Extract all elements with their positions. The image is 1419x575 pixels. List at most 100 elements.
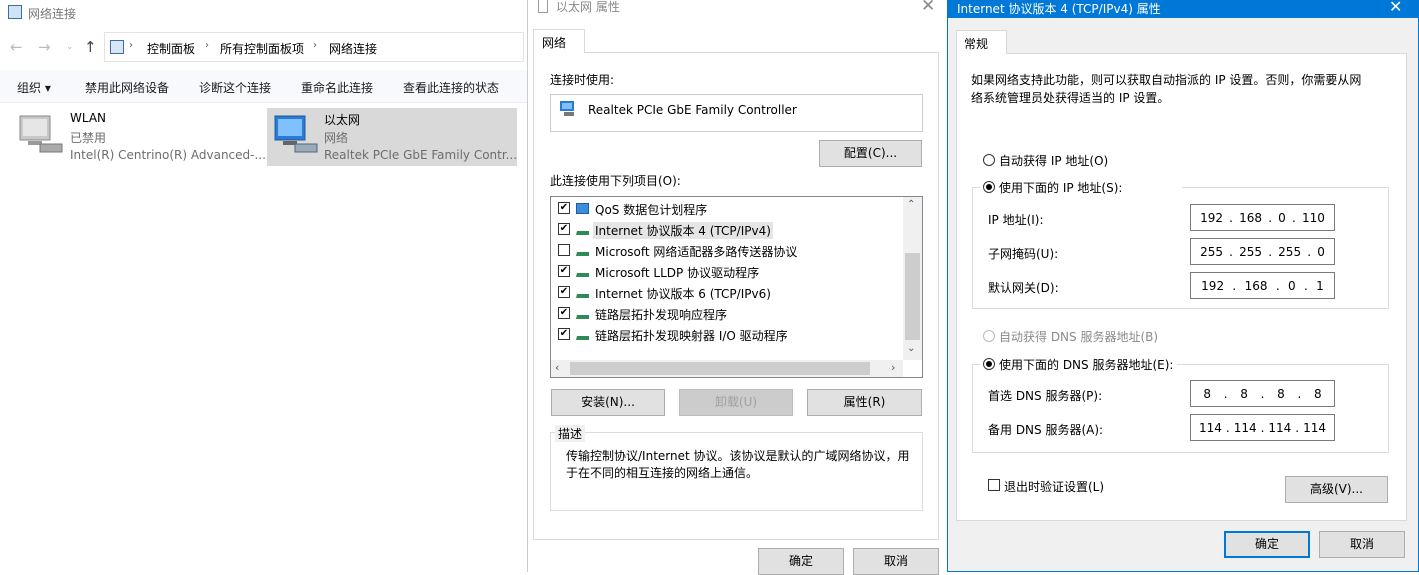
item-checkbox[interactable]: ✔ — [558, 328, 570, 340]
octet: 255 — [1278, 244, 1302, 259]
adapter-status: 网络 — [324, 131, 349, 145]
validate-checkbox[interactable] — [988, 479, 1000, 491]
description-legend: 描述 — [555, 425, 586, 442]
item-label: Internet 协议版本 6 (TCP/IPv6) — [595, 287, 771, 301]
octet: 110 — [1301, 210, 1325, 225]
breadcrumb-separator-icon: › — [313, 40, 317, 51]
list-item[interactable]: Microsoft 网络适配器多路传送器协议 — [556, 240, 901, 261]
disable-device-button[interactable]: 禁用此网络设备 — [85, 79, 169, 96]
organize-menu[interactable]: 组织 ▾ — [17, 79, 51, 96]
scroll-thumb-h[interactable] — [570, 362, 870, 375]
item-checkbox[interactable]: ✔ — [558, 286, 570, 298]
gateway-input[interactable]: 192. 168. 0. 1 — [1190, 272, 1335, 299]
adapter-name: Realtek PCIe GbE Family Controller — [588, 103, 797, 117]
adapter-device: Intel(R) Centrino(R) Advanced-... — [70, 148, 266, 162]
scroll-left-icon[interactable]: ‹ — [555, 361, 559, 374]
scroll-right-icon[interactable]: › — [891, 361, 895, 374]
breadcrumb-separator-icon: › — [205, 40, 209, 51]
alternate-dns-input[interactable]: 114. 114. 114. 114 — [1190, 414, 1335, 441]
view-status-button[interactable]: 查看此连接的状态 — [403, 79, 499, 96]
install-button[interactable]: 安装(N)... — [551, 389, 665, 416]
protocol-icon — [576, 245, 589, 256]
ip-address-input[interactable]: 192. 168. 0. 110 — [1190, 204, 1335, 231]
address-bar[interactable]: › 控制面板 › 所有控制面板项 › 网络连接 — [104, 32, 524, 62]
list-item[interactable]: ✔ Microsoft LLDP 协议驱动程序 — [556, 261, 901, 282]
network-connections-window: 网络连接 ← → ⌄ ↑ › 控制面板 › 所有控制面板项 › 网络连接 组织 … — [0, 0, 530, 572]
list-item[interactable]: ✔ 链路层拓扑发现映射器 I/O 驱动程序 — [556, 324, 901, 345]
ip-address-label: IP 地址(I): — [988, 213, 1044, 227]
cancel-button[interactable]: 取消 — [1319, 531, 1405, 558]
scroll-up-icon[interactable]: ⌃ — [907, 199, 915, 210]
scroll-down-icon[interactable]: ⌄ — [907, 343, 915, 354]
cancel-button[interactable]: 取消 — [853, 548, 939, 575]
list-item[interactable]: ✔ QoS 数据包计划程序 — [556, 198, 901, 219]
tab-general[interactable]: 常规 — [956, 30, 1007, 54]
item-label: Microsoft LLDP 协议驱动程序 — [595, 266, 760, 280]
close-icon[interactable]: ✕ — [921, 0, 935, 16]
connect-using-label: 连接时使用: — [550, 73, 615, 87]
auto-dns-label: 自动获得 DNS 服务器地址(B) — [999, 330, 1159, 344]
vertical-scrollbar[interactable]: ⌃ ⌄ — [903, 197, 922, 360]
horizontal-scrollbar[interactable]: ‹ › — [551, 360, 903, 377]
tab-network[interactable]: 网络 — [533, 29, 585, 53]
alternate-dns-label: 备用 DNS 服务器(A): — [988, 423, 1104, 437]
breadcrumb-control-panel[interactable]: 控制面板 — [147, 40, 195, 57]
adapter-tile-ethernet[interactable]: 以太网 网络 Realtek PCIe GbE Family Contr... — [267, 108, 517, 166]
item-checkbox[interactable] — [558, 244, 570, 256]
ok-button[interactable]: 确定 — [758, 548, 844, 575]
back-arrow-icon[interactable]: ← — [10, 38, 23, 56]
octet: 0 — [1288, 278, 1296, 293]
list-item[interactable]: ✔ Internet 协议版本 6 (TCP/IPv6) — [556, 282, 901, 303]
octet: 192 — [1201, 278, 1225, 293]
octet: 192 — [1200, 210, 1223, 225]
octet: 168 — [1244, 278, 1268, 293]
octet: 1 — [1316, 278, 1324, 293]
qos-scheduler-icon — [576, 203, 589, 214]
preferred-dns-label: 首选 DNS 服务器(P): — [988, 389, 1103, 403]
auto-ip-radio[interactable] — [983, 154, 995, 166]
item-label: 链路层拓扑发现映射器 I/O 驱动程序 — [595, 329, 788, 343]
ok-button[interactable]: 确定 — [1224, 531, 1310, 558]
tab-label: 网络 — [542, 36, 567, 50]
up-arrow-icon[interactable]: ↑ — [84, 38, 97, 56]
forward-arrow-icon[interactable]: → — [38, 38, 51, 56]
advanced-button[interactable]: 高级(V)... — [1285, 476, 1388, 503]
item-label: Internet 协议版本 4 (TCP/IPv4) — [593, 222, 773, 239]
properties-button[interactable]: 属性(R) — [807, 389, 922, 416]
network-adapter-disabled-icon — [19, 115, 63, 153]
scroll-thumb[interactable] — [905, 253, 920, 340]
diagnose-button[interactable]: 诊断这个连接 — [199, 79, 271, 96]
octet: 8 — [1240, 386, 1248, 401]
gateway-label: 默认网关(D): — [988, 281, 1059, 295]
octet: 255 — [1239, 244, 1263, 259]
control-panel-icon — [110, 40, 124, 54]
adapter-status: 已禁用 — [70, 131, 107, 145]
breadcrumb-all-items[interactable]: 所有控制面板项 — [220, 40, 304, 57]
recent-chevron-icon[interactable]: ⌄ — [66, 42, 74, 52]
configure-button[interactable]: 配置(C)... — [819, 140, 922, 167]
protocol-icon — [576, 266, 589, 277]
adapter-name: 以太网 — [324, 113, 361, 127]
list-item[interactable]: ✔ 链路层拓扑发现响应程序 — [556, 303, 901, 324]
item-label: Microsoft 网络适配器多路传送器协议 — [595, 245, 798, 259]
intro-text: 如果网络支持此功能，则可以获取自动指派的 IP 设置。否则，你需要从网络系统管理… — [971, 73, 1362, 105]
octet: 114 — [1233, 420, 1257, 435]
item-checkbox[interactable]: ✔ — [558, 202, 570, 214]
description-text: 传输控制协议/Internet 协议。该协议是默认的广域网络协议，用于在不同的相… — [566, 449, 910, 480]
adapter-device: Realtek PCIe GbE Family Contr... — [324, 148, 518, 162]
breadcrumb-network-connections[interactable]: 网络连接 — [329, 40, 377, 57]
use-ip-label: 使用下面的 IP 地址(S): — [999, 181, 1123, 195]
use-ip-radio[interactable] — [983, 181, 995, 193]
close-icon[interactable]: ✕ — [1389, 0, 1402, 16]
list-item[interactable]: ✔ Internet 协议版本 4 (TCP/IPv4) — [556, 219, 901, 240]
octet: 114 — [1198, 420, 1222, 435]
protocol-icon — [576, 329, 589, 340]
subnet-mask-input[interactable]: 255. 255. 255. 0 — [1190, 238, 1335, 265]
adapter-tile-wlan[interactable]: WLAN 已禁用 Intel(R) Centrino(R) Advanced-.… — [12, 108, 266, 166]
rename-button[interactable]: 重命名此连接 — [301, 79, 373, 96]
preferred-dns-input[interactable]: 8. 8. 8. 8 — [1190, 380, 1335, 407]
item-checkbox[interactable]: ✔ — [558, 265, 570, 277]
item-checkbox[interactable]: ✔ — [558, 307, 570, 319]
use-dns-radio[interactable] — [983, 358, 995, 370]
item-checkbox[interactable]: ✔ — [558, 223, 570, 235]
